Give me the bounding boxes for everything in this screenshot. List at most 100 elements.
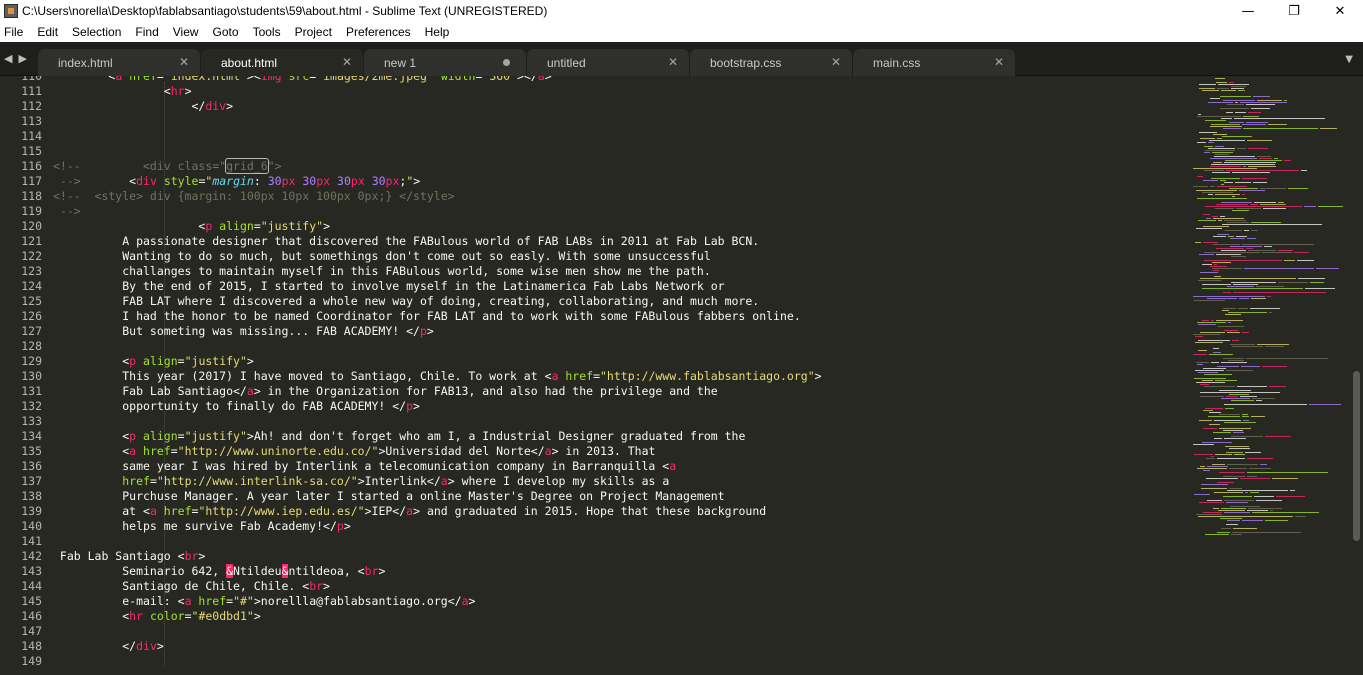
code-line[interactable]: --> <div style="margin: 30px 30px 30px 3… bbox=[53, 174, 420, 189]
code-token: hr bbox=[129, 609, 150, 623]
minimap-line bbox=[1194, 454, 1213, 455]
tab-overflow-icon[interactable]: ▼ bbox=[1345, 54, 1353, 65]
menu-tools[interactable]: Tools bbox=[253, 25, 281, 39]
tab-new-1[interactable]: new 1 bbox=[364, 49, 526, 76]
code-line[interactable]: e-mail: <a href="#">norellla@fablabsanti… bbox=[53, 594, 475, 609]
minimap-line bbox=[1208, 102, 1233, 103]
minimize-button[interactable]: — bbox=[1225, 0, 1271, 22]
code-line[interactable]: <!-- <style> div {margin: 100px 10px 100… bbox=[53, 189, 455, 204]
code-line[interactable]: <p align="justify">Ah! and don't forget … bbox=[53, 429, 745, 444]
unsaved-dot-icon[interactable] bbox=[503, 59, 510, 66]
minimap-line bbox=[1216, 82, 1227, 83]
code-line[interactable]: at <a href="http://www.iep.edu.es/">IEP<… bbox=[53, 504, 766, 519]
menu-file[interactable]: File bbox=[4, 25, 23, 39]
code-line[interactable]: challanges to maintain myself in this FA… bbox=[53, 264, 711, 279]
minimap-line bbox=[1272, 478, 1298, 479]
code-line[interactable]: I had the honor to be named Coordinator … bbox=[53, 309, 801, 324]
code-token: Fab Lab Santiago < bbox=[53, 549, 185, 563]
minimap-line bbox=[1243, 166, 1246, 167]
tab-close-icon[interactable]: ✕ bbox=[831, 55, 841, 69]
code-token: p bbox=[129, 354, 144, 368]
code-editor[interactable]: 110 111 112 113 114 115 116 117 118 119 120 121 122 1… bbox=[0, 76, 1363, 675]
tab-close-icon[interactable]: ✕ bbox=[994, 55, 1004, 69]
minimap-line bbox=[1195, 336, 1203, 337]
close-window-button[interactable]: ✕ bbox=[1317, 0, 1363, 22]
code-token: style bbox=[163, 174, 199, 188]
code-line[interactable]: helps me survive Fab Academy!</p> bbox=[53, 519, 351, 534]
minimap-line bbox=[1205, 150, 1235, 151]
code-line[interactable]: Fab Lab Santiago</a> in the Organization… bbox=[53, 384, 717, 399]
code-line[interactable]: <!-- <div class="grid_6"> bbox=[53, 158, 282, 174]
tab-index-html[interactable]: index.html ✕ bbox=[38, 49, 200, 76]
line-number: 132 bbox=[21, 399, 42, 413]
maximize-button[interactable]: ❐ bbox=[1271, 0, 1317, 22]
code-token: "justify" bbox=[184, 354, 247, 368]
menu-help[interactable]: Help bbox=[425, 25, 450, 39]
code-token: </ bbox=[53, 99, 206, 113]
tab-close-icon[interactable]: ✕ bbox=[342, 55, 352, 69]
code-line[interactable]: Santiago de Chile, Chile. <br> bbox=[53, 579, 330, 594]
code-line[interactable]: Seminario 642, &Ntildeu&ntildeoa, <br> bbox=[53, 564, 385, 579]
minimap-line bbox=[1196, 190, 1237, 191]
minimap-line bbox=[1231, 436, 1263, 437]
scrollbar-thumb[interactable] bbox=[1353, 371, 1360, 541]
menu-goto[interactable]: Goto bbox=[213, 25, 239, 39]
vertical-scrollbar[interactable] bbox=[1350, 76, 1363, 675]
tab-untitled[interactable]: untitled ✕ bbox=[527, 49, 689, 76]
menu-selection[interactable]: Selection bbox=[72, 25, 121, 39]
code-token: > bbox=[814, 369, 822, 383]
minimap[interactable] bbox=[1193, 76, 1348, 675]
code-token: a bbox=[537, 76, 545, 83]
code-line[interactable]: But someting was missing... FAB ACADEMY!… bbox=[53, 324, 434, 339]
minimap-line bbox=[1198, 220, 1216, 221]
code-line[interactable]: </div> bbox=[53, 639, 164, 654]
code-area[interactable]: <a href="index.html"><img src="images/2m… bbox=[53, 76, 1193, 675]
minimap-line bbox=[1221, 362, 1247, 363]
code-line[interactable]: Purchuse Manager. A year later I started… bbox=[53, 489, 724, 504]
code-line[interactable]: By the end of 2015, I started to involve… bbox=[53, 279, 724, 294]
line-number: 110 bbox=[21, 76, 42, 83]
minimap-line bbox=[1210, 186, 1215, 187]
minimap-line bbox=[1235, 182, 1251, 183]
menu-view[interactable]: View bbox=[173, 25, 199, 39]
code-line[interactable]: <hr> bbox=[53, 84, 192, 99]
minimap-line bbox=[1197, 322, 1226, 323]
code-line[interactable]: --> bbox=[53, 204, 81, 219]
menu-find[interactable]: Find bbox=[135, 25, 158, 39]
code-line[interactable]: </div> bbox=[53, 99, 233, 114]
tab-main-css[interactable]: main.css ✕ bbox=[853, 49, 1015, 76]
code-line[interactable]: This year (2017) I have moved to Santiag… bbox=[53, 369, 822, 384]
code-line[interactable]: href="http://www.interlink-sa.co/">Inter… bbox=[53, 474, 669, 489]
menu-project[interactable]: Project bbox=[295, 25, 332, 39]
minimap-line bbox=[1240, 102, 1287, 103]
minimap-line bbox=[1216, 248, 1244, 249]
menu-preferences[interactable]: Preferences bbox=[346, 25, 411, 39]
minimap-line bbox=[1196, 228, 1222, 229]
tab-next-arrow-icon[interactable]: ▶ bbox=[18, 52, 26, 65]
minimap-line bbox=[1215, 78, 1225, 79]
code-token: a bbox=[246, 384, 254, 398]
code-line[interactable]: <a href="index.html"><img src="images/2m… bbox=[53, 76, 551, 84]
code-line[interactable]: same year I was hired by Interlink a tel… bbox=[53, 459, 676, 474]
minimap-line bbox=[1193, 296, 1265, 297]
tab-about-html[interactable]: about.html ✕ bbox=[201, 49, 363, 76]
minimap-line bbox=[1247, 238, 1256, 239]
code-line[interactable]: opportunity to finally do FAB ACADEMY! <… bbox=[53, 399, 420, 414]
minimap-line bbox=[1290, 490, 1295, 491]
tab-prev-arrow-icon[interactable]: ◀ bbox=[4, 52, 12, 65]
tab-close-icon[interactable]: ✕ bbox=[668, 55, 678, 69]
code-line[interactable]: A passionate designer that discovered th… bbox=[53, 234, 759, 249]
tab-bootstrap-css[interactable]: bootstrap.css ✕ bbox=[690, 49, 852, 76]
code-line[interactable]: FAB LAT where I discovered a whole new w… bbox=[53, 294, 759, 309]
code-line[interactable]: <p align="justify"> bbox=[53, 354, 254, 369]
code-line[interactable]: <a href="http://www.uninorte.edu.co/">Un… bbox=[53, 444, 655, 459]
code-line[interactable]: <p align="justify"> bbox=[53, 219, 330, 234]
code-line[interactable]: <hr color="#e0dbd1"> bbox=[53, 609, 261, 624]
minimap-line bbox=[1237, 148, 1246, 149]
minimap-line bbox=[1233, 528, 1257, 529]
code-line[interactable]: Wanting to do so much, but somethings do… bbox=[53, 249, 711, 264]
tab-close-icon[interactable]: ✕ bbox=[179, 55, 189, 69]
menu-edit[interactable]: Edit bbox=[37, 25, 58, 39]
code-line[interactable]: Fab Lab Santiago <br> bbox=[53, 549, 205, 564]
